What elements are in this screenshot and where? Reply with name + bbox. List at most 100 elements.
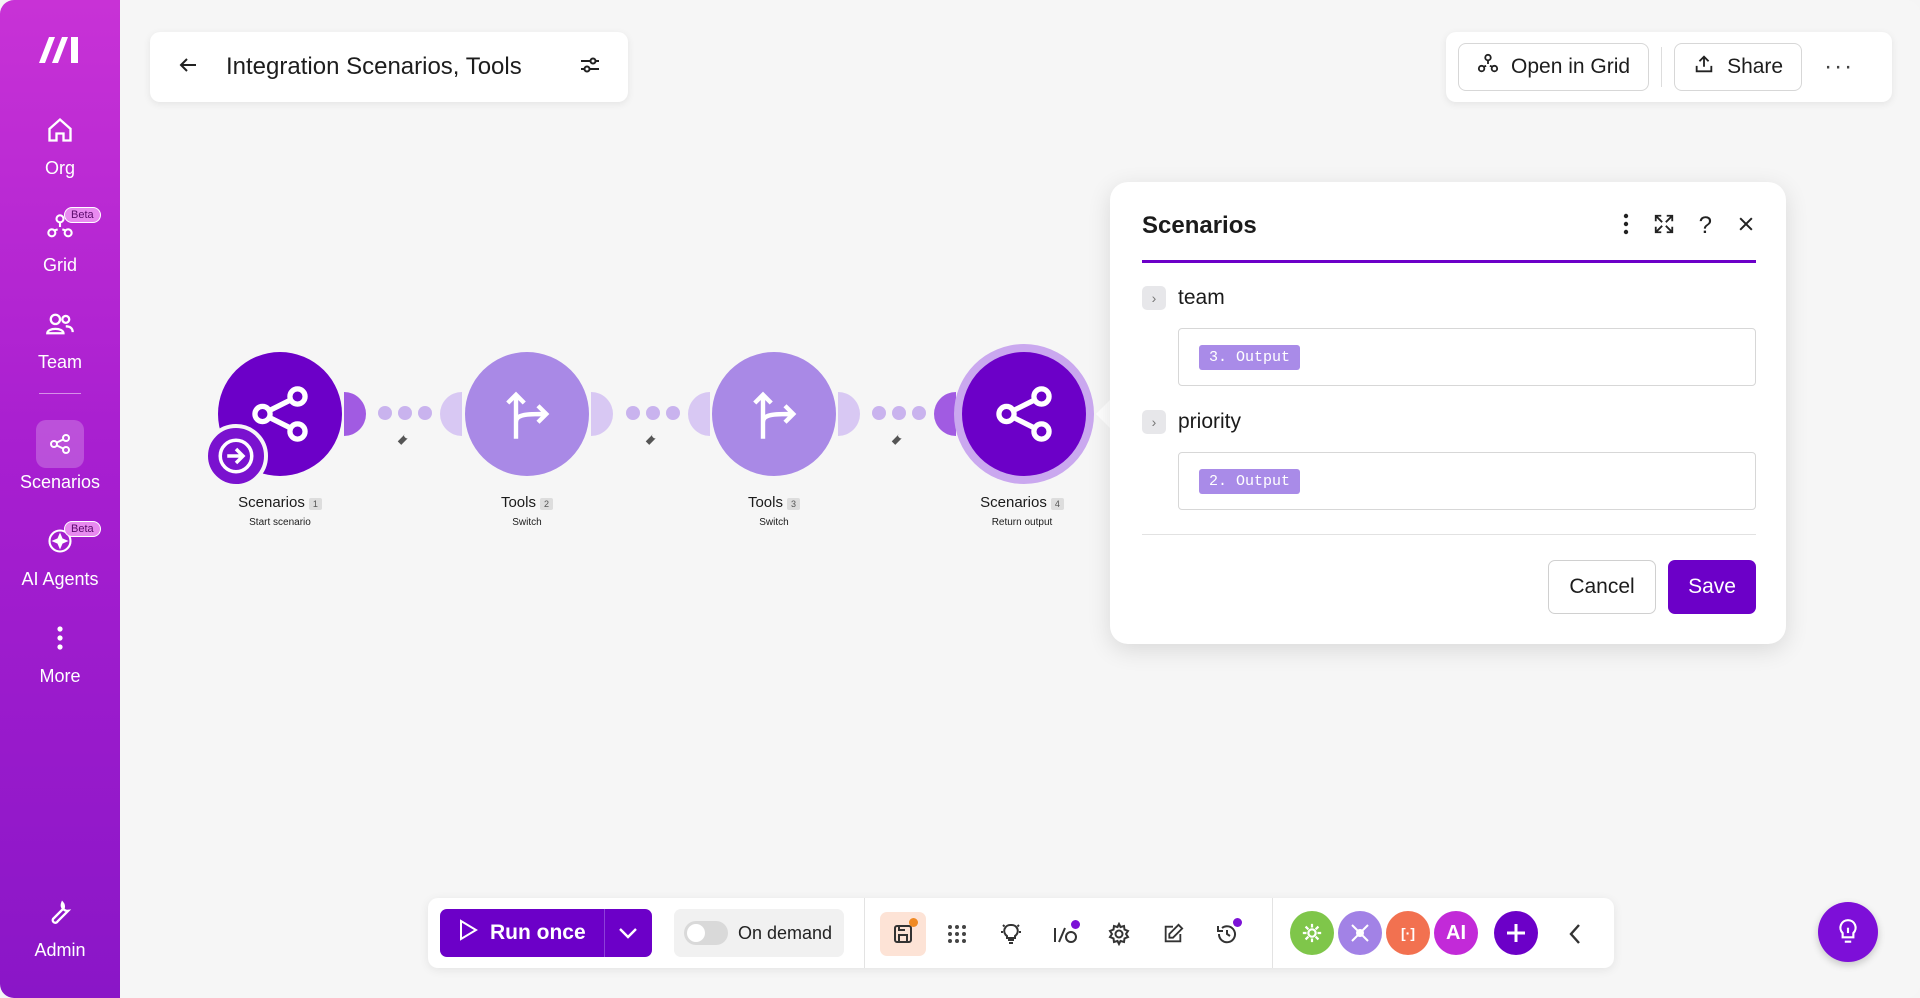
lightbulb-help-button[interactable] (1818, 902, 1878, 962)
node-name: Tools (500, 494, 536, 511)
explain-flow-lightbulb-icon[interactable] (988, 912, 1034, 956)
expand-icon[interactable] (1653, 213, 1675, 240)
connector-handle[interactable] (688, 392, 710, 436)
connector-dot (418, 406, 432, 420)
node-name: Scenarios (980, 494, 1047, 511)
kebab-menu-icon[interactable] (1623, 213, 1629, 240)
wrench-icon (36, 888, 84, 936)
run-options-dropdown[interactable] (603, 909, 652, 957)
notes-edit-icon[interactable] (1150, 912, 1196, 956)
tools-app-gear-icon[interactable] (1290, 911, 1334, 955)
node-subtitle: Switch (512, 517, 542, 528)
route-settings-wrench-icon[interactable] (396, 432, 410, 449)
share-button[interactable]: Share (1674, 43, 1803, 91)
node-number-badge: 2 (540, 498, 554, 510)
flow-node-2[interactable] (465, 352, 589, 476)
make-logo[interactable] (30, 30, 90, 70)
scenarios-module-circle[interactable] (962, 352, 1086, 476)
chevron-right-icon[interactable]: › (1142, 410, 1166, 434)
gear-icon[interactable] (1096, 912, 1142, 956)
connector-dot (872, 406, 886, 420)
run-once-label: Run once (490, 921, 586, 944)
home-icon (36, 106, 84, 154)
node-caption-3: Tools 3 Switch (674, 494, 874, 528)
flow-node-4[interactable] (954, 344, 1094, 484)
tools-switch-module-circle[interactable] (712, 352, 836, 476)
field-team: › team (1142, 286, 1225, 310)
sidebar-item-label: Org (44, 158, 75, 178)
connector-handle[interactable] (344, 392, 366, 436)
page-title[interactable]: Integration Scenarios, Tools (226, 53, 578, 81)
sidebar-item-label: Admin (34, 940, 86, 960)
sidebar-item-admin[interactable]: Admin (0, 888, 120, 961)
toolbar-divider (1272, 898, 1273, 968)
help-question-icon[interactable]: ? (1699, 212, 1712, 240)
save-scenario-icon[interactable] (880, 912, 926, 956)
cancel-button[interactable]: Cancel (1548, 560, 1656, 614)
auto-align-icon[interactable] (934, 912, 980, 956)
connector-handle[interactable] (934, 392, 956, 436)
on-demand-label: On demand (738, 922, 833, 943)
connector-dot (378, 406, 392, 420)
run-group: Run once (440, 909, 652, 957)
module-settings-panel: Scenarios ? › team 3. Output › priority … (1110, 182, 1786, 644)
node-subtitle: Start scenario (249, 517, 311, 528)
sidebar-item-label: Team (37, 352, 82, 372)
route-settings-wrench-icon[interactable] (644, 432, 658, 449)
history-icon[interactable] (1204, 912, 1250, 956)
app-frame: Org Beta Grid Team Scenarios Beta AI Age… (0, 0, 1920, 998)
chevron-right-icon[interactable]: › (1142, 286, 1166, 310)
mapped-value-pill[interactable]: 2. Output (1199, 468, 1301, 494)
run-once-button[interactable]: Run once (440, 909, 604, 957)
sidebar-item-org[interactable]: Org (0, 106, 120, 179)
node-name: Scenarios (238, 494, 305, 511)
selected-node-ring (954, 344, 1094, 484)
sidebar-divider (39, 393, 81, 394)
toolbar-divider (864, 898, 865, 968)
flow-node-3[interactable] (712, 352, 836, 476)
share-icon (1693, 53, 1715, 81)
beta-badge: Beta (64, 521, 101, 537)
sidebar-item-label: AI Agents (21, 569, 99, 589)
scheduling-toggle-group: On demand (674, 909, 844, 957)
team-input[interactable]: 3. Output (1178, 328, 1756, 386)
panel-header: Scenarios ? (1142, 208, 1756, 244)
more-options-icon[interactable]: ··· (1814, 53, 1864, 81)
sidebar-item-scenarios[interactable]: Scenarios (0, 420, 120, 493)
save-button[interactable]: Save (1668, 560, 1756, 614)
node-subtitle: Return output (991, 517, 1053, 528)
connector-dot (892, 406, 906, 420)
scheduling-toggle[interactable] (684, 921, 728, 945)
connector-handle[interactable] (591, 392, 613, 436)
sidebar-item-grid[interactable]: Beta Grid (0, 203, 120, 276)
flow-control-icon[interactable] (1338, 911, 1382, 955)
scenario-io-icon[interactable] (1042, 912, 1088, 956)
ai-app-icon[interactable]: AI (1434, 911, 1478, 955)
unsaved-indicator (909, 918, 918, 927)
sidebar-item-team[interactable]: Team (0, 300, 120, 373)
connector-handle[interactable] (838, 392, 860, 436)
open-in-grid-button[interactable]: Open in Grid (1458, 43, 1650, 91)
connector-dot (666, 406, 680, 420)
sidebar-item-ai-agents[interactable]: Beta AI Agents (0, 517, 120, 590)
tools-switch-module-circle[interactable] (465, 352, 589, 476)
route-settings-wrench-icon[interactable] (890, 432, 904, 449)
node-subtitle: Switch (759, 517, 789, 528)
close-icon[interactable] (1736, 214, 1756, 239)
code-app-icon[interactable]: [·] (1386, 911, 1430, 955)
trigger-start-icon[interactable] (204, 424, 268, 488)
back-arrow-icon[interactable] (176, 53, 200, 82)
mapped-value-pill[interactable]: 3. Output (1199, 344, 1301, 370)
field-label: priority (1178, 410, 1242, 433)
sidebar-item-more[interactable]: More (0, 614, 120, 687)
divider (1661, 47, 1663, 87)
sidebar-item-label: Scenarios (19, 472, 101, 492)
chevron-left-icon[interactable] (1552, 912, 1598, 956)
connector-handle[interactable] (440, 392, 462, 436)
scenarios-icon (36, 420, 84, 468)
priority-input[interactable]: 2. Output (1178, 452, 1756, 510)
connector-dot (398, 406, 412, 420)
panel-toolbar: ? (1623, 212, 1756, 240)
settings-sliders-icon[interactable] (578, 53, 602, 82)
add-module-icon[interactable] (1494, 911, 1538, 955)
